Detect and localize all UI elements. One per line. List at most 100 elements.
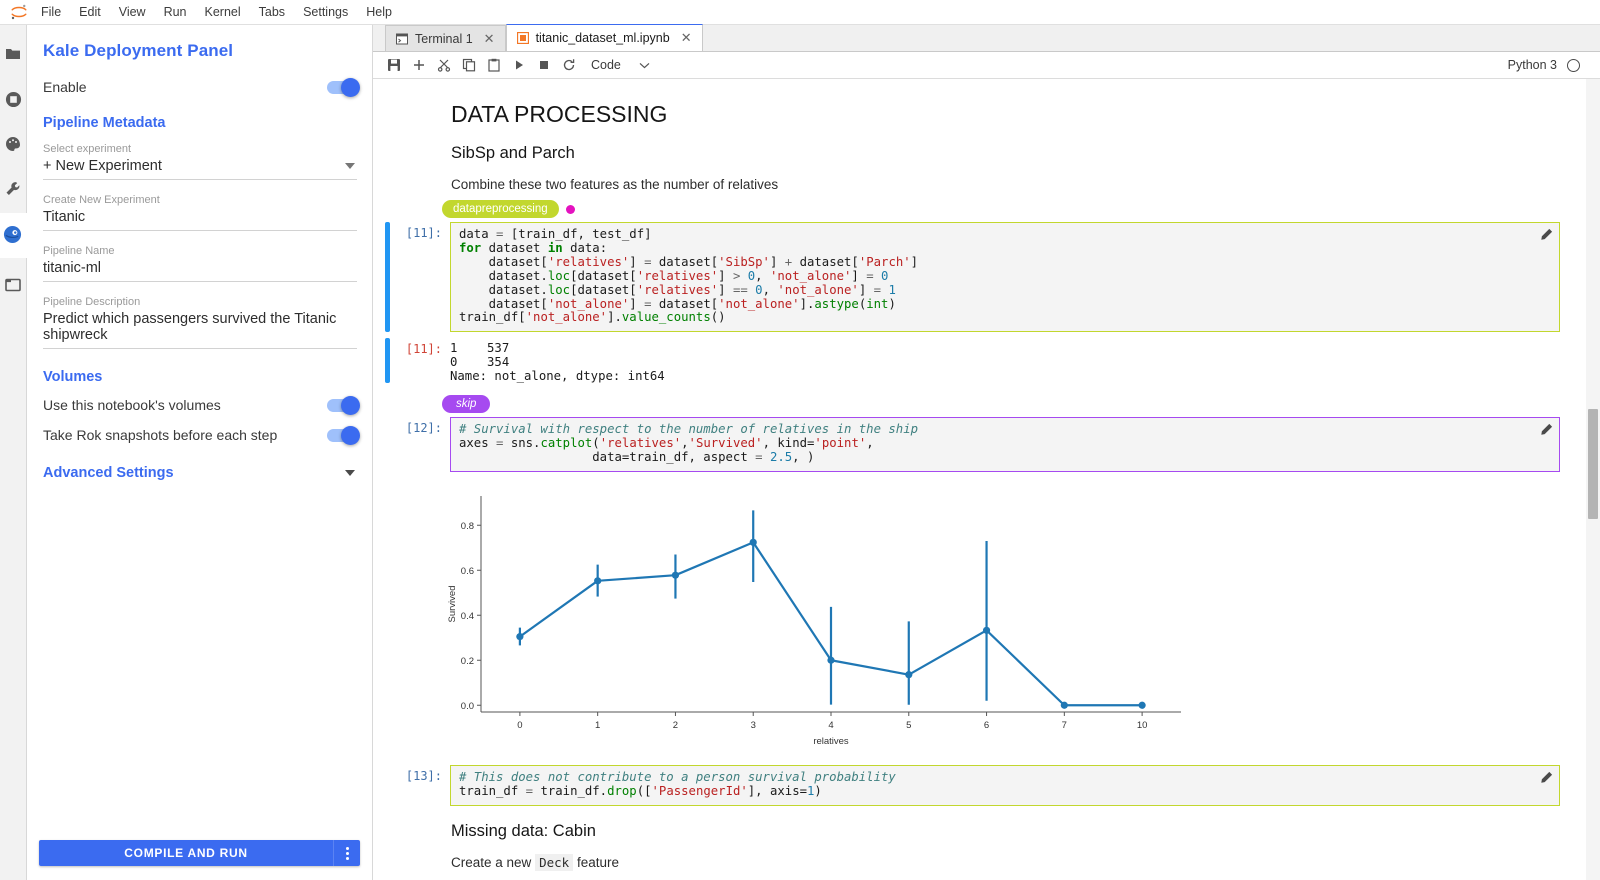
main-area: Terminal 1 ✕ titanic_dataset_ml.ipynb ✕: [373, 25, 1600, 880]
chevron-down-icon: [345, 163, 355, 169]
chevron-down-icon: [345, 470, 355, 476]
menu-edit[interactable]: Edit: [70, 0, 110, 24]
select-experiment-dropdown[interactable]: + New Experiment: [43, 156, 357, 180]
use-notebook-volumes-row: Use this notebook's volumes: [43, 397, 357, 413]
select-experiment-value: + New Experiment: [43, 158, 162, 174]
svg-text:Survived: Survived: [447, 586, 458, 623]
sidebar-item-running[interactable]: [0, 78, 26, 123]
inline-code-deck: Deck: [535, 854, 573, 871]
sidebar-item-open-tabs[interactable]: [0, 264, 26, 309]
pencil-icon[interactable]: [1540, 423, 1553, 436]
insert-cell-button[interactable]: [408, 54, 430, 76]
notebook-toolbar: Code Python 3: [373, 52, 1600, 79]
jupyter-logo-icon: [6, 2, 32, 22]
menu-kernel[interactable]: Kernel: [196, 0, 250, 24]
advanced-settings-row[interactable]: Advanced Settings: [43, 465, 357, 481]
pipeline-description-caption: Pipeline Description: [43, 296, 357, 308]
cut-cell-button[interactable]: [433, 54, 455, 76]
kale-deployment-panel: Kale Deployment Panel Enable Pipeline Me…: [27, 25, 373, 880]
svg-text:0.6: 0.6: [461, 566, 474, 577]
menu-help[interactable]: Help: [357, 0, 401, 24]
tab-notebook[interactable]: titanic_dataset_ml.ipynb ✕: [506, 24, 703, 51]
menu-settings[interactable]: Settings: [294, 0, 357, 24]
rok-snapshots-label: Take Rok snapshots before each step: [43, 427, 277, 443]
markdown-cell-bottom[interactable]: Missing data: Cabin Create a new Deck fe…: [373, 822, 1586, 870]
wrench-icon: [5, 181, 21, 200]
pipeline-name-input[interactable]: titanic-ml: [43, 258, 357, 282]
pipeline-description-input[interactable]: Predict which passengers survived the Ti…: [43, 309, 357, 349]
save-button[interactable]: [383, 54, 405, 76]
code-text-11: data = [train_df, test_df] for dataset i…: [459, 228, 1551, 325]
cell-tag-row: skip: [442, 395, 1586, 413]
code-cell-12: [12]: # Survival with respect to the num…: [373, 417, 1586, 472]
cell-tag-datapreprocessing[interactable]: datapreprocessing: [442, 200, 559, 218]
paragraph-create-deck: Create a new Deck feature: [451, 855, 1546, 870]
svg-text:6: 6: [984, 720, 989, 731]
output-cell-11: [11]: 1 537 0 354 Name: not_alone, dtype…: [373, 338, 1586, 383]
heading-sibsp-parch: SibSp and Parch: [451, 144, 1546, 163]
notebook-canvas: DATA PROCESSING SibSp and Parch Combine …: [373, 79, 1600, 880]
compile-options-menu-button[interactable]: [333, 840, 360, 866]
pencil-icon[interactable]: [1540, 771, 1553, 784]
code-text-13: # This does not contribute to a person s…: [459, 771, 1551, 799]
code-cell-11: [11]: data = [train_df, test_df] for dat…: [373, 222, 1586, 332]
cell-tag-color-dot[interactable]: [566, 205, 575, 214]
svg-text:relatives: relatives: [813, 736, 849, 747]
tab-terminal-1[interactable]: Terminal 1 ✕: [385, 25, 506, 51]
stop-circle-icon: [5, 91, 22, 111]
cell-type-dropdown[interactable]: Code: [591, 58, 650, 72]
pencil-icon[interactable]: [1540, 228, 1553, 241]
sidebar-item-file-browser[interactable]: [0, 33, 26, 78]
palette-icon: [5, 136, 21, 155]
pipeline-metadata-heading: Pipeline Metadata: [43, 115, 357, 131]
code-editor-13[interactable]: # This does not contribute to a person s…: [450, 765, 1560, 806]
menu-tabs[interactable]: Tabs: [250, 0, 294, 24]
enable-toggle[interactable]: [327, 81, 357, 94]
cell-tag-skip[interactable]: skip: [442, 395, 490, 413]
kernel-info: Python 3: [1508, 58, 1590, 72]
create-experiment-input[interactable]: Titanic: [43, 207, 357, 231]
scrollbar-thumb[interactable]: [1588, 409, 1598, 519]
tab-terminal-1-label: Terminal 1: [415, 32, 473, 46]
svg-text:7: 7: [1062, 720, 1067, 731]
pipeline-name-caption: Pipeline Name: [43, 245, 357, 257]
sidebar-item-palette[interactable]: [0, 123, 26, 168]
rok-snapshots-toggle[interactable]: [327, 429, 357, 442]
code-editor-12[interactable]: # Survival with respect to the number of…: [450, 417, 1560, 472]
kernel-idle-circle-icon[interactable]: [1567, 59, 1580, 72]
paste-cell-button[interactable]: [483, 54, 505, 76]
svg-text:3: 3: [751, 720, 756, 731]
sidebar-item-kale[interactable]: [0, 213, 27, 258]
run-cell-button[interactable]: [508, 54, 530, 76]
markdown-cell-top[interactable]: DATA PROCESSING SibSp and Parch Combine …: [373, 101, 1586, 192]
menu-file[interactable]: File: [32, 0, 70, 24]
menu-view[interactable]: View: [110, 0, 155, 24]
kale-logo-icon: [3, 225, 22, 247]
close-icon[interactable]: ✕: [681, 30, 692, 46]
chart-output: 0.00.20.40.60.8Survived0123456710relativ…: [373, 484, 1586, 757]
compile-and-run-button[interactable]: COMPILE AND RUN: [39, 840, 333, 866]
svg-text:4: 4: [828, 720, 833, 731]
interrupt-kernel-button[interactable]: [533, 54, 555, 76]
close-icon[interactable]: ✕: [484, 31, 495, 47]
create-experiment-field: Create New Experiment Titanic: [43, 194, 357, 231]
restart-kernel-button[interactable]: [558, 54, 580, 76]
enable-label: Enable: [43, 79, 87, 95]
sidebar-item-property-inspector[interactable]: [0, 168, 26, 213]
rok-snapshots-row: Take Rok snapshots before each step: [43, 427, 357, 443]
paragraph-text-after: feature: [577, 855, 619, 870]
copy-cell-button[interactable]: [458, 54, 480, 76]
menu-run[interactable]: Run: [155, 0, 196, 24]
use-notebook-volumes-label: Use this notebook's volumes: [43, 397, 221, 413]
svg-text:0.4: 0.4: [461, 611, 474, 622]
advanced-settings-label: Advanced Settings: [43, 465, 174, 481]
page-title: Kale Deployment Panel: [43, 41, 357, 61]
input-prompt-13: [13]:: [390, 765, 450, 806]
use-notebook-volumes-toggle[interactable]: [327, 399, 357, 412]
notebook-scrollbar[interactable]: [1586, 79, 1600, 880]
input-prompt-11: [11]:: [390, 222, 450, 332]
code-editor-11[interactable]: data = [train_df, test_df] for dataset i…: [450, 222, 1560, 332]
activity-bar: [0, 25, 27, 880]
window-icon: [5, 278, 21, 295]
menu-bar: File Edit View Run Kernel Tabs Settings …: [0, 0, 1600, 25]
